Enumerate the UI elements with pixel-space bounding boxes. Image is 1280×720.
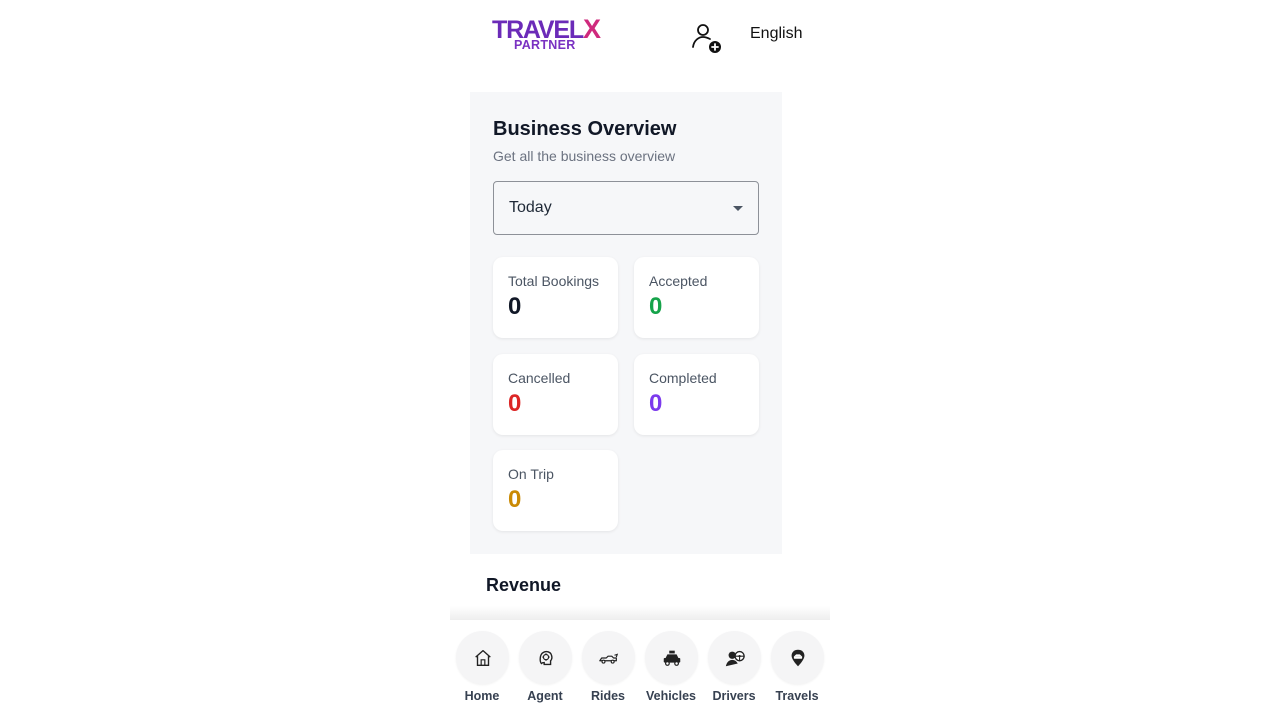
nav-label: Rides xyxy=(590,689,626,703)
revenue-card-edge xyxy=(450,606,830,620)
stat-label: Total Bookings xyxy=(508,273,600,289)
nav-icon-circle xyxy=(645,631,698,684)
travels-icon xyxy=(791,649,804,666)
bottom-nav: Home Agent Rides Vehicles Drivers Travel… xyxy=(450,620,830,720)
travelx-partner-logo: TRAVELX PARTNER xyxy=(492,16,602,56)
stat-value: 0 xyxy=(508,390,522,417)
stat-card-total-bookings: Total Bookings 0 xyxy=(493,257,618,338)
language-selector[interactable]: English xyxy=(750,25,802,43)
home-icon xyxy=(474,649,491,666)
stat-label: Accepted xyxy=(649,273,708,289)
nav-item-rides[interactable]: Rides xyxy=(580,631,636,711)
revenue-heading: Revenue xyxy=(486,575,562,595)
nav-icon-circle xyxy=(708,631,761,684)
nav-item-drivers[interactable]: Drivers xyxy=(706,631,762,711)
stat-value: 0 xyxy=(649,390,663,417)
nav-icon-circle xyxy=(456,631,509,684)
nav-item-vehicles[interactable]: Vehicles xyxy=(643,631,699,711)
stat-label: On Trip xyxy=(508,466,554,482)
nav-label: Travels xyxy=(775,689,819,703)
nav-item-travels[interactable]: Travels xyxy=(769,631,825,711)
partner-app: TRAVELX PARTNER English Business Overvie… xyxy=(450,0,830,720)
nav-icon-circle xyxy=(771,631,824,684)
business-overview-panel: Business Overview Get all the business o… xyxy=(470,92,782,554)
stat-label: Completed xyxy=(649,370,717,386)
add-user-button[interactable] xyxy=(688,20,724,56)
overview-title: Business Overview xyxy=(493,118,677,140)
stat-value: 0 xyxy=(508,293,522,320)
nav-label: Home xyxy=(464,689,500,703)
nav-label: Vehicles xyxy=(645,689,697,703)
logo-x-text: X xyxy=(582,14,601,44)
overview-subtitle: Get all the business overview xyxy=(493,148,676,164)
drivers-icon xyxy=(725,650,745,666)
stat-value: 0 xyxy=(508,486,522,513)
stat-card-accepted: Accepted 0 xyxy=(634,257,759,338)
agent-icon xyxy=(539,650,553,665)
nav-icon-circle xyxy=(519,631,572,684)
stat-card-cancelled: Cancelled 0 xyxy=(493,354,618,435)
nav-label: Agent xyxy=(527,689,563,703)
vehicles-icon xyxy=(663,650,680,666)
nav-item-agent[interactable]: Agent xyxy=(517,631,573,711)
stat-card-on-trip: On Trip 0 xyxy=(493,450,618,531)
stat-label: Cancelled xyxy=(508,370,571,386)
stat-value: 0 xyxy=(649,293,663,320)
nav-label: Drivers xyxy=(712,689,756,703)
caret-down-icon xyxy=(733,206,743,211)
period-select-value: Today xyxy=(509,199,552,216)
rides-icon xyxy=(598,652,618,664)
period-select[interactable]: Today xyxy=(493,181,759,235)
nav-icon-circle xyxy=(582,631,635,684)
user-add-icon xyxy=(692,24,721,53)
logo-partner-text: PARTNER xyxy=(514,38,576,52)
stat-card-completed: Completed 0 xyxy=(634,354,759,435)
nav-item-home[interactable]: Home xyxy=(454,631,510,711)
